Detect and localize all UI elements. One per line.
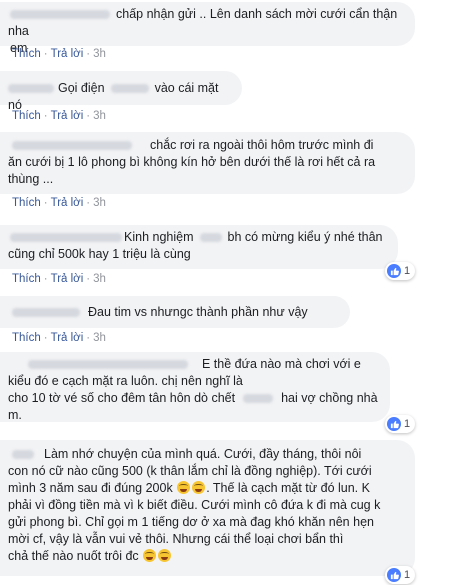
comment-text: mời cf, vậy là vẫn vui vẻ thôi. Nhưng cá… — [8, 532, 344, 546]
comment-text: Gọi điện — [58, 81, 105, 95]
comment-text: thùng ... — [8, 172, 54, 186]
timestamp: 3h — [93, 48, 106, 60]
comment-bubble: Gọi điện vào cái mặt nó — [0, 71, 242, 112]
comment-text: Làm nhớ chuyện của mình quá. Cưới, đầy t… — [8, 446, 405, 463]
comment-text: chấp nhận gửi .. Lên danh sách mời cưới … — [8, 7, 398, 38]
comment-bubble: Kinh nghiệm bh có mừng kiểu ý nhé thân cũ… — [0, 225, 398, 269]
reaction-count: 1 — [404, 418, 411, 430]
timestamp: 3h — [93, 110, 106, 122]
reply-link[interactable]: Trả lời — [51, 197, 84, 209]
grinning-sweat-emoji-icon — [158, 549, 172, 562]
comment-actions: Thích · Trả lời · 3h — [12, 332, 106, 344]
comment-bubble: chắc rơi ra ngoài thôi hôm trước mình đi… — [0, 132, 415, 194]
like-icon — [387, 417, 401, 431]
comment-text: chắc rơi ra ngoài thôi hôm trước mình đi — [8, 137, 405, 154]
comment-text: cũng chỉ 500k hay 1 triệu là cùng — [8, 247, 191, 261]
comment-text: E thề đứa nào mà chơi với e — [8, 356, 380, 373]
grinning-sweat-emoji-icon — [177, 481, 191, 494]
reply-link[interactable]: Trả lời — [51, 273, 84, 285]
like-link[interactable]: Thích — [12, 273, 41, 285]
comment-text: cho 10 tờ vé số cho đêm tân hôn dò chết h… — [8, 391, 378, 422]
timestamp: 3h — [93, 273, 106, 285]
comment-text: Kinh nghiệm bh có mừng kiểu ý nhé thân — [8, 229, 388, 246]
like-link[interactable]: Thích — [12, 110, 41, 122]
comment-text: con nó cữ nào cũng 500 (k thân lắm chỉ l… — [8, 464, 372, 478]
comment-text: mình 3 năm sau đi đúng 200k . Thế là cạc… — [8, 481, 370, 495]
reply-link[interactable]: Trả lời — [51, 332, 84, 344]
reply-link[interactable]: Trả lời — [51, 110, 84, 122]
comment-actions: Thích · Trả lời · 3h — [12, 48, 106, 60]
comment-actions: Thích · Trả lời · 3h — [12, 197, 106, 209]
comment-bubble: E thề đứa nào mà chơi với e kiểu đó e cạ… — [0, 352, 390, 422]
reply-link[interactable]: Trả lời — [51, 48, 84, 60]
timestamp: 3h — [93, 197, 106, 209]
comment-text: Đau tim vs nhưngc thành phần như vậy — [88, 305, 308, 319]
comment-text: chả thế nào nuốt trôi đc — [8, 548, 405, 565]
comment-text: gửi phong bì. Chỉ gọi m 1 tiếng dơ ở xa … — [8, 515, 374, 529]
grinning-sweat-emoji-icon — [192, 481, 206, 494]
comment-text: kiểu đó e cạch mặt ra luôn. chị nên nghĩ… — [8, 374, 243, 388]
like-link[interactable]: Thích — [12, 332, 41, 344]
reaction-badge[interactable]: 1 — [385, 566, 416, 584]
like-link[interactable]: Thích — [12, 48, 41, 60]
comment-actions: Thích · Trả lời · 3h — [12, 273, 106, 285]
like-icon — [387, 264, 401, 278]
like-link[interactable]: Thích — [12, 197, 41, 209]
grinning-sweat-emoji-icon — [143, 549, 157, 562]
comment-text: phải vì đồng tiền mà vì k biết điều. Cướ… — [8, 498, 381, 512]
comment-bubble: Làm nhớ chuyện của mình quá. Cưới, đầy t… — [0, 440, 415, 576]
like-icon — [387, 568, 401, 582]
reaction-badge[interactable]: 1 — [385, 262, 416, 280]
reaction-badge[interactable]: 1 — [385, 415, 416, 433]
comment-bubble: chấp nhận gửi .. Lên danh sách mời cưới … — [0, 2, 415, 55]
comment-bubble: Đau tim vs nhưngc thành phần như vậy — [0, 296, 350, 328]
comment-text: ăn cưới bị 1 lô phong bì không kín hở bê… — [8, 155, 376, 169]
timestamp: 3h — [93, 332, 106, 344]
comment-actions: Thích · Trả lời · 3h — [12, 110, 106, 122]
reaction-count: 1 — [404, 265, 411, 277]
reaction-count: 1 — [404, 569, 411, 581]
